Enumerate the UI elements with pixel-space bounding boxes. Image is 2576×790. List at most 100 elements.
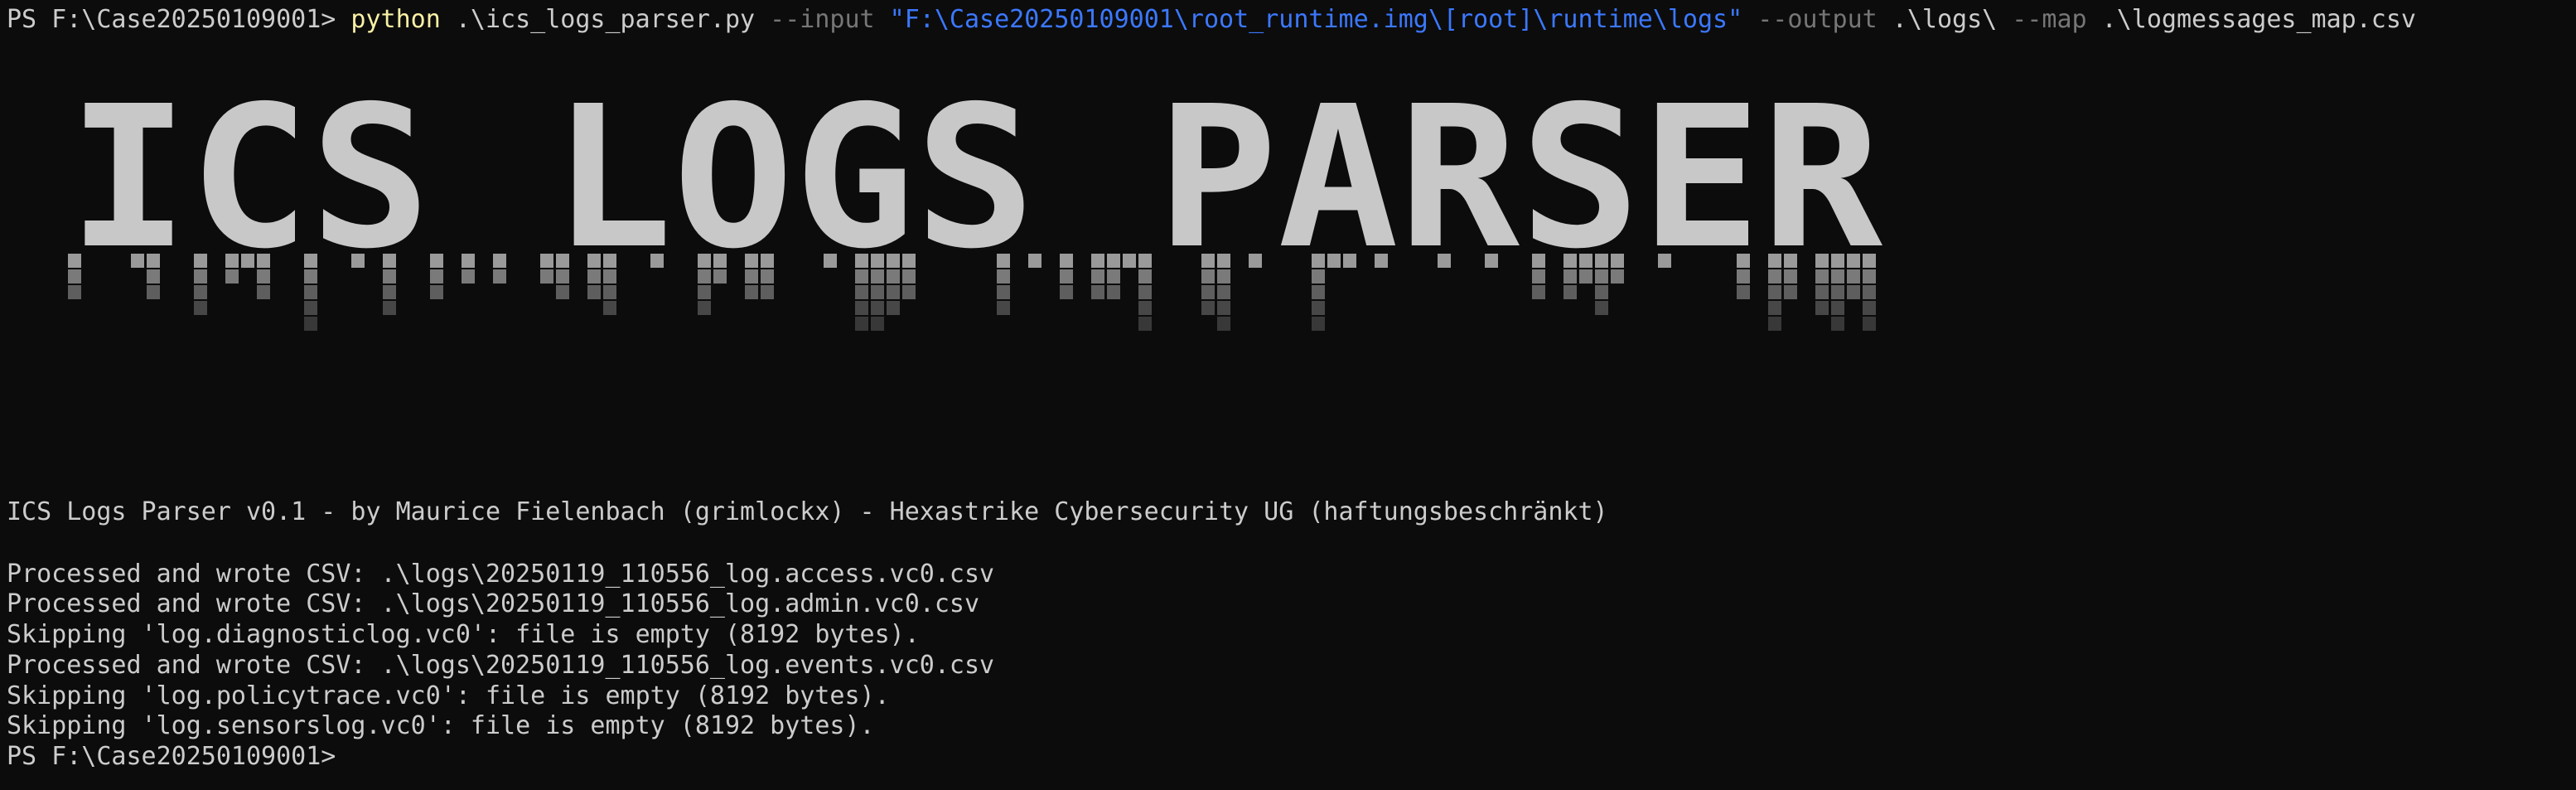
- banner-drip-block: [194, 254, 207, 268]
- terminal-window[interactable]: PS F:\Case20250109001> python .\ics_logs…: [0, 0, 2576, 790]
- banner-drip-block: [1579, 269, 1592, 284]
- banner-drip-block: [1595, 285, 1608, 299]
- banner-drip-block: [761, 285, 774, 299]
- banner-drip-block: [304, 254, 317, 268]
- banner-drip-block: [1768, 317, 1781, 331]
- banner-drip-block: [1138, 285, 1152, 299]
- banner-drip-block: [1815, 269, 1829, 284]
- input-value: "F:\Case20250109001\root_runtime.img\[ro…: [874, 5, 1758, 34]
- banner-drip-block: [1815, 254, 1829, 268]
- banner-drip-block: [1768, 301, 1781, 315]
- banner-drip-block: [587, 285, 601, 299]
- banner-drip-block: [587, 254, 601, 268]
- banner-drip-block: [1831, 317, 1844, 331]
- banner-drip-block: [1217, 254, 1230, 268]
- banner-drip-block: [761, 269, 774, 284]
- banner-drip-block: [603, 285, 616, 299]
- banner-drip-block: [1201, 285, 1215, 299]
- banner-drip-block: [1815, 285, 1829, 299]
- banner-drip-block: [1595, 269, 1608, 284]
- banner-drip-block: [257, 285, 270, 299]
- banner-drip-block: [1563, 269, 1577, 284]
- banner-drip-block: [603, 269, 616, 284]
- banner-drip-block: [855, 301, 868, 315]
- banner-drip-block: [430, 269, 443, 284]
- banner-drip-block: [902, 285, 916, 299]
- banner-drip-block: [1107, 269, 1120, 284]
- final-prompt[interactable]: PS F:\Case20250109001>: [7, 742, 352, 772]
- banner-drip-block: [1831, 301, 1844, 315]
- banner-drip-block: [556, 269, 569, 284]
- banner-drip-block: [1768, 285, 1781, 299]
- banner-drip-block: [745, 269, 758, 284]
- banner-drip-block: [147, 269, 160, 284]
- banner-drip-block: [1060, 269, 1073, 284]
- banner-drip-block: [1438, 254, 1451, 268]
- flag-output: --output: [1757, 5, 1878, 34]
- banner-drip-block: [871, 269, 884, 284]
- banner-drip-block: [1201, 301, 1215, 315]
- banner-drip-block: [1217, 269, 1230, 284]
- banner-drip-block: [147, 254, 160, 268]
- banner-drip-block: [1060, 285, 1073, 299]
- banner-drip-block: [430, 285, 443, 299]
- banner-drip-block: [855, 254, 868, 268]
- banner-drip-block: [257, 269, 270, 284]
- banner-drip-block: [462, 269, 475, 284]
- banner-drip-block: [241, 254, 254, 268]
- banner-drip-block: [871, 301, 884, 315]
- banner-drip-block: [603, 254, 616, 268]
- banner-drip-block: [1815, 301, 1829, 315]
- output-line: Skipping 'log.diagnosticlog.vc0': file i…: [7, 620, 920, 649]
- banner-drip-block: [1532, 254, 1545, 268]
- map-value: .\logmessages_map.csv: [2086, 5, 2416, 34]
- banner-drip-block: [1217, 317, 1230, 331]
- banner-drip-block: [225, 254, 239, 268]
- banner-drip-block: [997, 269, 1010, 284]
- banner-drip-block: [887, 301, 900, 315]
- banner-drip-block: [383, 301, 396, 315]
- banner-drip-block: [1831, 285, 1844, 299]
- banner-drip-block: [1563, 254, 1577, 268]
- banner-drip-block: [304, 269, 317, 284]
- banner-drip-block: [871, 317, 884, 331]
- banner-drip-block: [761, 254, 774, 268]
- banner-drip-block: [383, 285, 396, 299]
- banner-drip-block: [1532, 285, 1545, 299]
- banner-drip-block: [997, 285, 1010, 299]
- banner-drip-block: [1312, 285, 1325, 299]
- banner-drip-block: [1611, 269, 1624, 284]
- banner-drip-block: [383, 254, 396, 268]
- banner-drip-block: [587, 269, 601, 284]
- banner-drip-block: [1312, 269, 1325, 284]
- banner-drip-block: [1138, 317, 1152, 331]
- banner-drip-block: [1863, 317, 1876, 331]
- banner-drip-block: [902, 254, 916, 268]
- banner-drip-block: [68, 269, 81, 284]
- banner-drip-block: [1863, 269, 1876, 284]
- flag-input: --input: [770, 5, 875, 34]
- banner-drip-block: [887, 269, 900, 284]
- banner-drip-block: [430, 254, 443, 268]
- banner-drip-block: [1312, 317, 1325, 331]
- banner-drip-block: [745, 254, 758, 268]
- banner-drip-block: [745, 285, 758, 299]
- banner-drip-block: [855, 285, 868, 299]
- banner-drip-block: [1201, 254, 1215, 268]
- banner-drip-block: [304, 285, 317, 299]
- banner-drip-block: [1768, 269, 1781, 284]
- banner-drip-block: [131, 254, 144, 268]
- banner-drip-block: [194, 285, 207, 299]
- banner-drip-block: [603, 301, 616, 315]
- banner-drip-block: [304, 301, 317, 315]
- banner-drip-block: [871, 285, 884, 299]
- banner-drip-block: [1138, 269, 1152, 284]
- banner-drip-block: [902, 269, 916, 284]
- banner-drip-block: [1312, 301, 1325, 315]
- banner-drip-block: [650, 254, 664, 268]
- banner-drip-block: [1863, 285, 1876, 299]
- banner-drip-block: [855, 317, 868, 331]
- banner-drip-block: [1563, 285, 1577, 299]
- banner-drip-block: [1831, 269, 1844, 284]
- output-line: Processed and wrote CSV: .\logs\20250119…: [7, 589, 979, 618]
